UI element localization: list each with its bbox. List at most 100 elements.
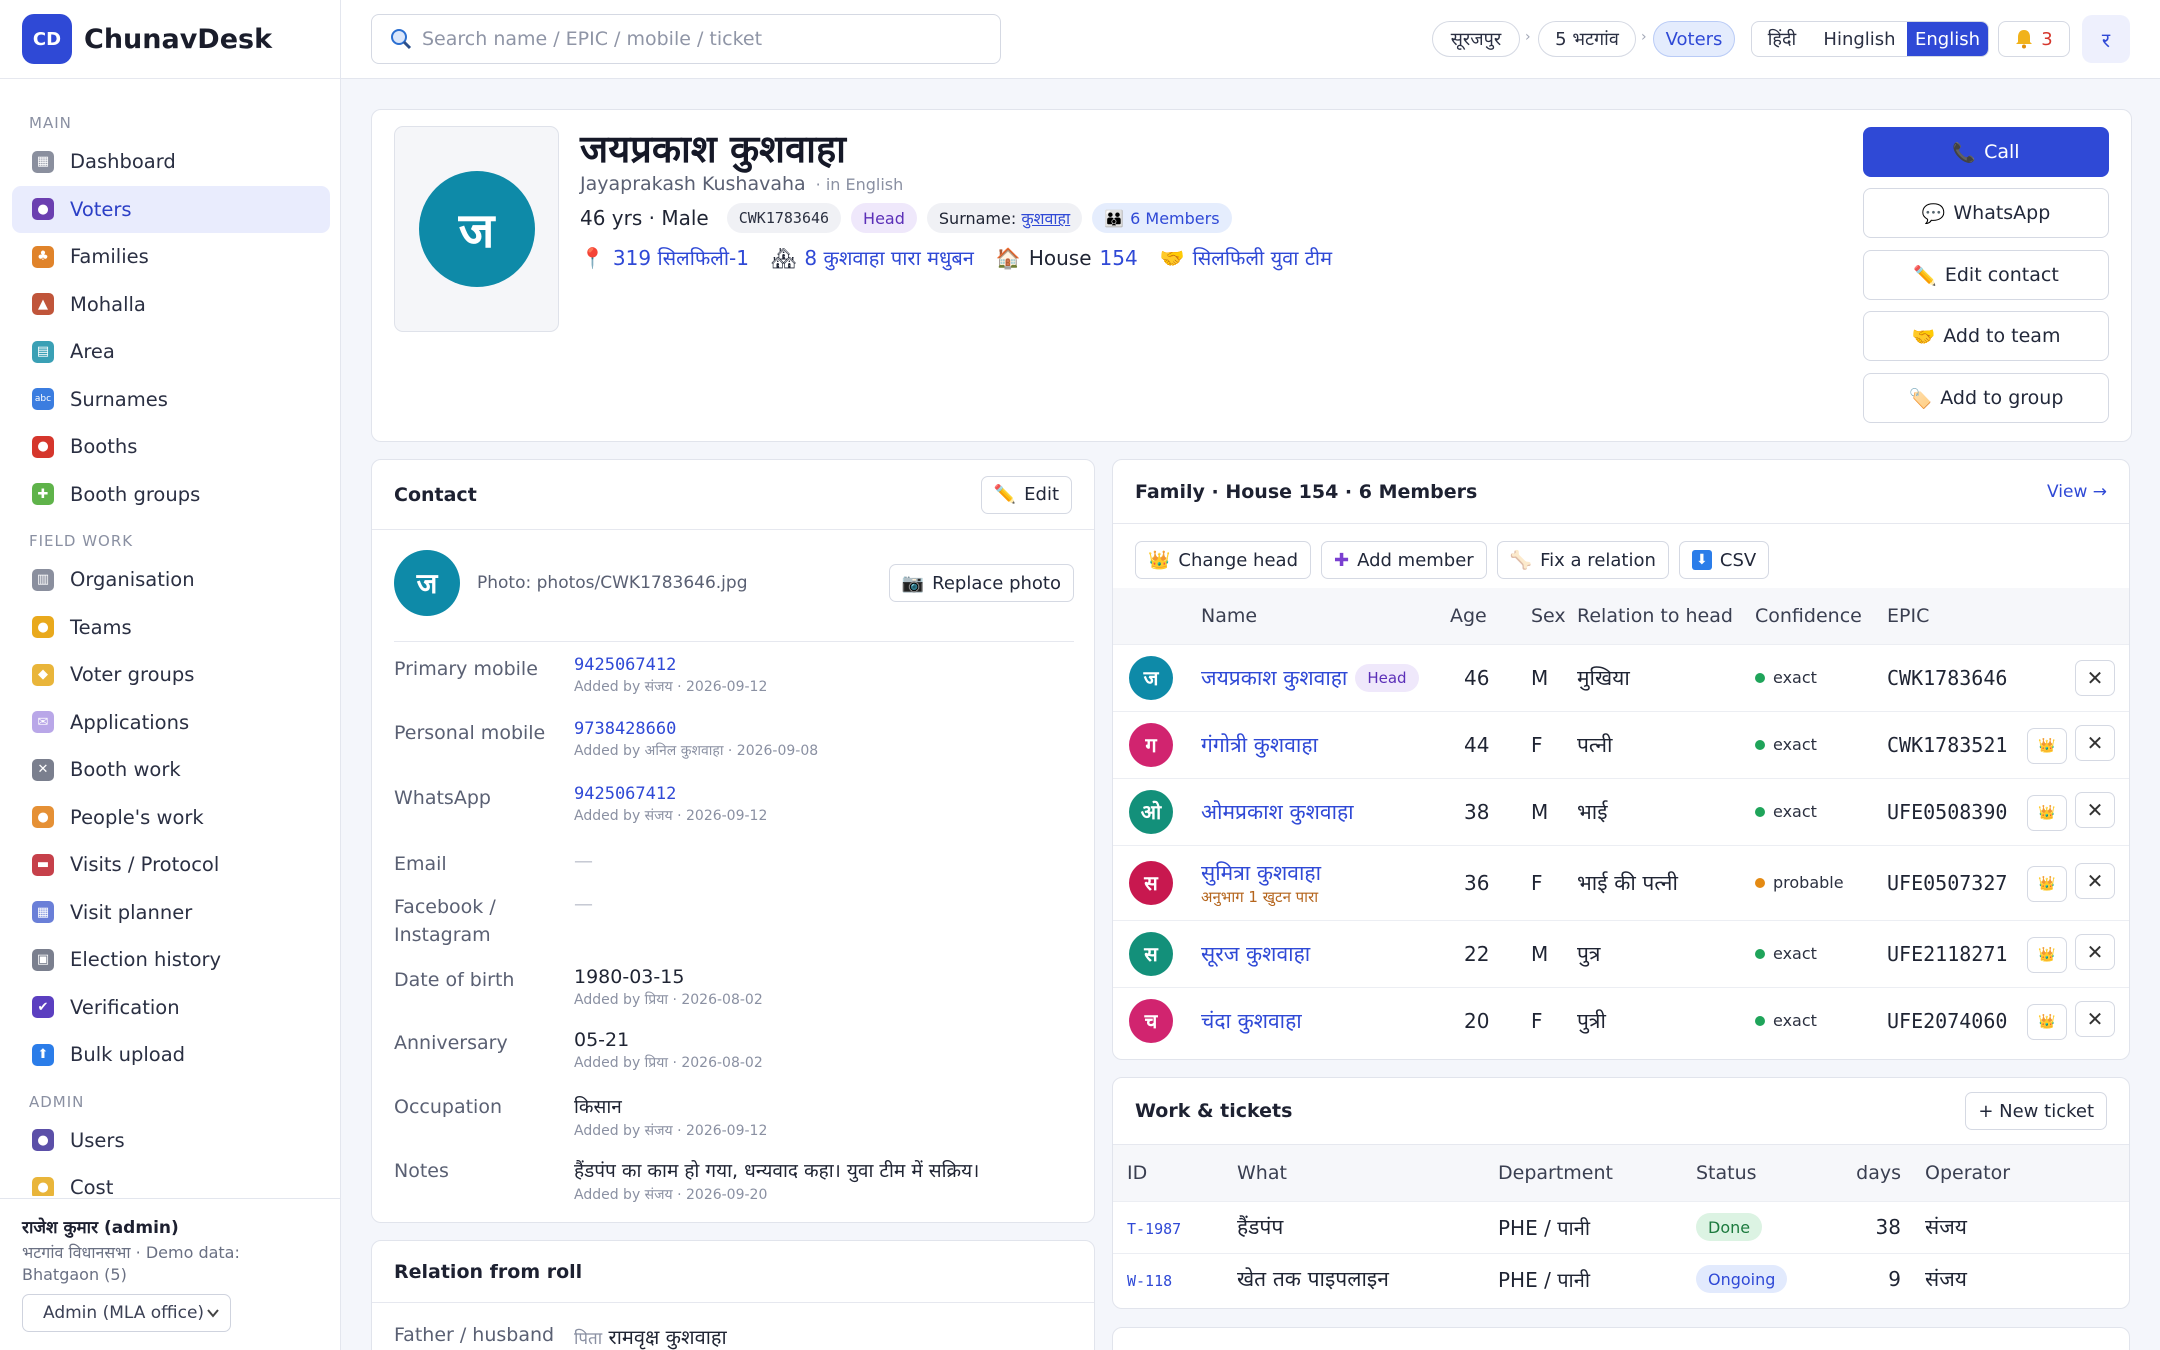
edit-contact-button[interactable]: ✏️ Edit contact (1863, 250, 2109, 300)
mohalla-link[interactable]: 8 कुशवाहा पारा मधुबन (804, 244, 974, 271)
call-button[interactable]: 📞 Call (1863, 127, 2109, 177)
make-head-button[interactable]: 👑 (2027, 1004, 2067, 1041)
sidebar-item-dashboard[interactable]: ▦ Dashboard (12, 138, 330, 186)
sidebar-item-families[interactable]: ♣ Families (12, 233, 330, 281)
sidebar-item-bulk-upload[interactable]: ⬆ Bulk upload (12, 1031, 330, 1079)
sidebar-item-verification[interactable]: ✔ Verification (12, 984, 330, 1032)
ticket-id-link[interactable]: T-1987 (1127, 1220, 1181, 1238)
house-link[interactable]: 154 (1100, 246, 1138, 270)
add-to-group-button[interactable]: 🏷️ Add to group (1863, 373, 2109, 423)
member-name-link[interactable]: गंगोत्री कुशवाहा (1201, 731, 1318, 759)
change-head-button[interactable]: 👑 Change head (1135, 541, 1311, 579)
remove-member-button[interactable]: ✕ (2075, 934, 2115, 970)
sidebar-item-area[interactable]: ▤ Area (12, 328, 330, 376)
col-name[interactable]: Name (1201, 588, 1450, 644)
sidebar-item-booth-groups[interactable]: ✚ Booth groups (12, 471, 330, 519)
sidebar-item-election-history[interactable]: ▣ Election history (12, 936, 330, 984)
team-link[interactable]: सिलफिली युवा टीम (1193, 244, 1332, 271)
col-operator[interactable]: Operator (1913, 1145, 2129, 1201)
crumb-voters[interactable]: Voters (1653, 21, 1735, 57)
add-member-button[interactable]: ✚ Add member (1321, 541, 1487, 579)
members-tag[interactable]: 👪 6 Members (1092, 203, 1232, 233)
remove-member-button[interactable]: ✕ (2075, 1001, 2115, 1038)
whatsapp-button[interactable]: 💬 WhatsApp (1863, 188, 2109, 238)
sidebar-item-surnames[interactable]: abc Surnames (12, 376, 330, 424)
member-name-link[interactable]: ओमप्रकाश कुशवाहा (1201, 798, 1354, 826)
fix-relation-button[interactable]: 🦴 Fix a relation (1496, 541, 1669, 579)
sidebar-item-applications[interactable]: ✉ Applications (12, 699, 330, 747)
add-to-team-button[interactable]: 🤝 Add to team (1863, 311, 2109, 361)
table-row[interactable]: ग गंगोत्री कुशवाहा 44 F पत्नी exact CWK1783521… (1113, 710, 2129, 778)
col-department[interactable]: Department (1498, 1145, 1696, 1201)
member-name-link[interactable]: सूरज कुशवाहा (1201, 940, 1310, 968)
surname-tag[interactable]: Surname: कुशवाहा (926, 203, 1083, 233)
remove-member-button[interactable]: ✕ (2075, 792, 2115, 828)
field-value[interactable]: 9425067412 Added by संजय · 2026-09-12 (574, 784, 767, 825)
sidebar-item-mohalla[interactable]: ▲ Mohalla (12, 281, 330, 329)
csv-button[interactable]: ⬇ CSV (1678, 541, 1770, 579)
table-row[interactable]: T-1987 हैंडपंप PHE / पानी Done 38 संजय (1113, 1200, 2129, 1253)
col-days[interactable]: days (1829, 1145, 1913, 1201)
col-id[interactable]: ID (1113, 1145, 1237, 1201)
member-sex: F (1531, 710, 1577, 778)
crumb-district[interactable]: सूरजपुर (1432, 21, 1520, 57)
table-row[interactable]: स सूरज कुशवाहा 22 M पुत्र exact UFE2118271 👑 ✕ (1113, 919, 2129, 987)
ticket-id-link[interactable]: W-118 (1127, 1272, 1172, 1290)
search-input[interactable]: Search name / EPIC / mobile / ticket (371, 14, 1001, 64)
member-name-link[interactable]: जयप्रकाश कुशवाहा (1201, 664, 1347, 692)
col-epic[interactable]: EPIC (1887, 588, 2013, 644)
sidebar-item-teams[interactable]: ● Teams (12, 604, 330, 652)
sidebar-item-voter-groups[interactable]: ◆ Voter groups (12, 651, 330, 699)
replace-photo-button[interactable]: 📷 Replace photo (888, 564, 1074, 602)
make-head-button[interactable]: 👑 (2027, 795, 2067, 831)
edit-contact-label: Edit contact (1944, 264, 2059, 286)
table-row[interactable]: W-118 खेत तक पाइपलाइन PHE / पानी Ongoing 9 सं… (1113, 1252, 2129, 1305)
family-view-link[interactable]: View → (2047, 482, 2107, 502)
table-row[interactable]: स सुमित्रा कुशवाहा अनुभाग 1 खुटन पारा 36 F भा… (1113, 844, 2129, 920)
sidebar-item-booth-work[interactable]: ✕ Booth work (12, 746, 330, 794)
sidebar-item-people-s-work[interactable]: ● People's work (12, 794, 330, 842)
user-avatar[interactable]: र (2082, 15, 2130, 63)
col-relation[interactable]: Relation to head (1577, 588, 1755, 644)
field-value[interactable]: 9738428660 Added by अनिल कुशवाहा · 2026-0… (574, 719, 818, 760)
lang-hindi[interactable]: हिंदी (1752, 22, 1812, 56)
table-row[interactable]: च चंदा कुशवाहा 20 F पुत्री exact UFE2074060 👑 ✕ (1113, 986, 2129, 1054)
make-head-button[interactable]: 👑 (2027, 728, 2067, 764)
avatar: ओ (1129, 789, 1173, 834)
field-value[interactable]: 9425067412 Added by संजय · 2026-09-12 (574, 655, 767, 696)
role-select[interactable]: Admin (MLA office) (22, 1294, 231, 1332)
table-row[interactable]: ओ ओमप्रकाश कुशवाहा 38 M भाई exact UFE0508390 👑 ✕ (1113, 777, 2129, 845)
sidebar-item-cost[interactable]: ● Cost (12, 1164, 330, 1196)
new-ticket-button[interactable]: + New ticket (1965, 1092, 2107, 1130)
remove-member-button[interactable]: ✕ (2075, 659, 2115, 696)
member-name-link[interactable]: चंदा कुशवाहा (1201, 1007, 1302, 1035)
table-row[interactable]: ज जयप्रकाश कुशवाहा Head 46 M मुखिया exact CWK17… (1113, 643, 2129, 711)
make-head-button[interactable]: 👑 (2027, 866, 2067, 902)
sidebar-item-visit-planner[interactable]: ▦ Visit planner (12, 889, 330, 937)
lang-hinglish[interactable]: Hinglish (1812, 22, 1907, 56)
remove-member-button[interactable]: ✕ (2075, 863, 2115, 899)
ticket-operator: संजय (1913, 1200, 2129, 1253)
sidebar-item-organisation[interactable]: ▥ Organisation (12, 556, 330, 604)
field-value: हैंडपंप का काम हो गया, धन्यवाद कहा। युवा… (574, 1157, 979, 1204)
col-sex[interactable]: Sex (1531, 588, 1577, 644)
edit-contact-card-button[interactable]: ✏️ Edit (980, 475, 1072, 514)
booth-link[interactable]: 319 सिलफिली-1 (613, 244, 749, 271)
make-head-button[interactable]: 👑 (2027, 937, 2067, 973)
col-confidence[interactable]: Confidence (1755, 588, 1887, 644)
notifications-button[interactable]: 3 (1998, 21, 2070, 57)
sidebar-item-visits-protocol[interactable]: ▬ Visits / Protocol (12, 841, 330, 889)
profile-photo: ज (394, 126, 559, 332)
remove-member-button[interactable]: ✕ (2075, 725, 2115, 761)
lang-english[interactable]: English (1907, 22, 1988, 56)
col-age[interactable]: Age (1450, 588, 1531, 644)
sidebar-item-booths[interactable]: ● Booths (12, 423, 330, 471)
crumb-constituency[interactable]: 5 भटगांव (1538, 21, 1636, 57)
col-what[interactable]: What (1237, 1145, 1498, 1201)
member-name-link[interactable]: सुमित्रा कुशवाहा (1201, 859, 1321, 887)
sidebar-item-voters[interactable]: ● Voters (12, 185, 330, 233)
col-status[interactable]: Status (1696, 1145, 1829, 1201)
brand[interactable]: CD ChunavDesk (0, 0, 340, 79)
handshake-icon: 🤝 (1159, 245, 1185, 270)
sidebar-item-users[interactable]: ● Users (12, 1117, 330, 1165)
